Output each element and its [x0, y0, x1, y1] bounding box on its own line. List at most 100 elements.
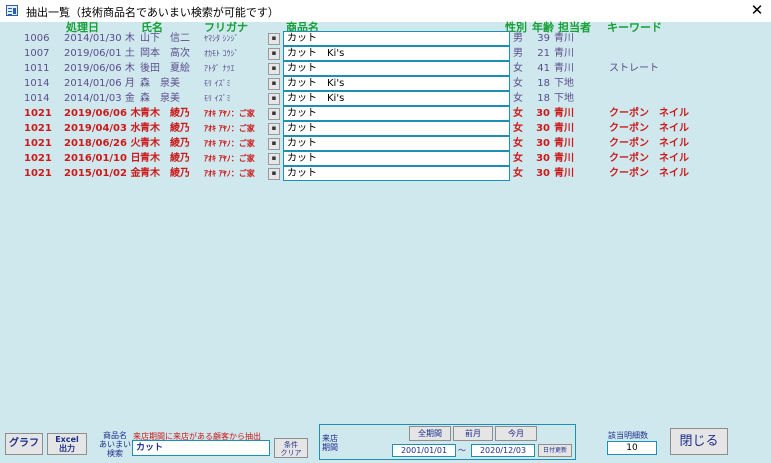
customer-id: 1011 [24, 63, 50, 74]
header-keyword: キーワード [607, 21, 662, 34]
staff-name: 青川 [554, 48, 574, 59]
customer-kana: ｱｵｷ ｱﾔﾉ：ご家 [204, 169, 255, 178]
period-label-line2: 期間 [322, 443, 338, 452]
customer-id: 1006 [24, 33, 50, 44]
keyword: クーポン ネイル [609, 168, 689, 179]
gender: 女 [513, 153, 523, 164]
keyword: クーポン ネイル [609, 138, 689, 149]
clear-label-line1: 条件 [284, 441, 298, 449]
excel-export-button[interactable]: Excel 出力 [47, 433, 87, 455]
clear-label-line2: クリア [280, 449, 302, 457]
row-detail-button[interactable]: ▪ [268, 63, 280, 75]
age: 39 [537, 33, 550, 44]
customer-name: 青木 綾乃 [140, 153, 190, 164]
product-field[interactable]: カット Ki's [283, 46, 510, 61]
staff-name: 青川 [554, 108, 574, 119]
gender: 男 [513, 48, 523, 59]
visit-date: 2014/01/03 金 [64, 93, 135, 104]
visit-date: 2015/01/02 金 [64, 168, 141, 179]
gender: 男 [513, 33, 523, 44]
customer-name: 岡本 高次 [140, 48, 190, 59]
all-period-button[interactable]: 全期間 [409, 426, 451, 441]
staff-name: 青川 [554, 123, 574, 134]
product-field[interactable]: カット Ki's [283, 91, 510, 106]
product-field[interactable]: カット [283, 106, 510, 121]
search-label-line3: 検索 [107, 449, 123, 458]
prev-month-button[interactable]: 前月 [453, 426, 493, 441]
customer-name: 森 泉美 [140, 78, 180, 89]
product-field[interactable]: カット [283, 151, 510, 166]
row-detail-button[interactable]: ▪ [268, 93, 280, 105]
customer-name: 青木 綾乃 [140, 108, 190, 119]
close-window-button[interactable]: ✕ [748, 1, 766, 19]
row-detail-button[interactable]: ▪ [268, 78, 280, 90]
product-field[interactable]: カット [283, 31, 510, 46]
main-panel: 処理日 氏名 フリガナ 商品名 性別 年齢 担当者 キーワード 1006 2014… [0, 21, 771, 463]
clear-conditions-button[interactable]: 条件 クリア [274, 438, 308, 458]
date-update-button[interactable]: 日付更新 [538, 444, 572, 457]
customer-name: 後田 夏絵 [140, 63, 190, 74]
date-to-input[interactable]: 2020/12/03 [471, 444, 535, 457]
customer-kana: ｱｵｷ ｱﾔﾉ：ご家 [204, 124, 255, 133]
visit-date: 2019/06/06 木 [64, 63, 135, 74]
row-detail-button[interactable]: ▪ [268, 33, 280, 45]
visit-date: 2018/06/26 火 [64, 138, 141, 149]
graph-button[interactable]: グラフ [5, 433, 43, 455]
row-detail-button[interactable]: ▪ [268, 138, 280, 150]
gender: 女 [513, 108, 523, 119]
product-field[interactable]: カット [283, 166, 510, 181]
customer-kana: ﾔﾏｼﾀ ｼﾝｼﾞ [204, 34, 239, 43]
keyword: クーポン ネイル [609, 123, 689, 134]
customer-id: 1021 [24, 168, 52, 179]
gender: 女 [513, 93, 523, 104]
row-detail-button[interactable]: ▪ [268, 48, 280, 60]
keyword: ストレート [609, 63, 659, 74]
gender: 女 [513, 63, 523, 74]
staff-name: 青川 [554, 33, 574, 44]
customer-id: 1021 [24, 123, 52, 134]
row-detail-button[interactable]: ▪ [268, 123, 280, 135]
product-field[interactable]: カット [283, 61, 510, 76]
customer-kana: ｵｶﾓﾄ ｺｳｼﾞ [204, 49, 239, 58]
age: 41 [537, 63, 550, 74]
window-title: 抽出一覧（技術商品名であいまい検索が可能です） [26, 6, 279, 19]
this-month-button[interactable]: 今月 [495, 426, 537, 441]
gender: 女 [513, 168, 523, 179]
customer-kana: ｱﾄﾀﾞ ﾅﾂｴ [204, 64, 235, 73]
gender: 女 [513, 123, 523, 134]
customer-kana: ｱｵｷ ｱﾔﾉ：ご家 [204, 139, 255, 148]
excel-label: Excel [55, 435, 79, 444]
age: 30 [536, 153, 550, 164]
customer-name: 森 泉美 [140, 93, 180, 104]
search-label-line1: 商品名 [103, 431, 127, 440]
staff-name: 下地 [554, 93, 574, 104]
close-button[interactable]: 閉じる [670, 428, 728, 455]
customer-id: 1014 [24, 78, 50, 89]
staff-name: 青川 [554, 153, 574, 164]
product-field[interactable]: カット [283, 121, 510, 136]
date-from-input[interactable]: 2001/01/01 [392, 444, 456, 457]
search-label-line2: あいまい [99, 440, 131, 449]
age: 30 [536, 108, 550, 119]
customer-id: 1007 [24, 48, 50, 59]
customer-id: 1021 [24, 108, 52, 119]
row-detail-button[interactable]: ▪ [268, 168, 280, 180]
date-tilde: ～ [458, 446, 466, 455]
row-detail-button[interactable]: ▪ [268, 108, 280, 120]
age: 21 [537, 48, 550, 59]
staff-name: 青川 [554, 138, 574, 149]
product-field[interactable]: カット Ki's [283, 76, 510, 91]
product-field[interactable]: カット [283, 136, 510, 151]
count-label: 該当明細数 [608, 431, 648, 440]
search-label: 商品名 あいまい 検索 [98, 431, 132, 458]
row-detail-button[interactable]: ▪ [268, 153, 280, 165]
period-label: 来店 期間 [322, 434, 344, 452]
visit-date: 2016/01/10 日 [64, 153, 141, 164]
product-search-input[interactable]: カット [132, 440, 270, 456]
staff-name: 青川 [554, 63, 574, 74]
gender: 女 [513, 138, 523, 149]
count-field: 10 [607, 441, 657, 455]
age: 30 [536, 138, 550, 149]
period-label-line1: 来店 [322, 434, 338, 443]
age: 18 [537, 78, 550, 89]
